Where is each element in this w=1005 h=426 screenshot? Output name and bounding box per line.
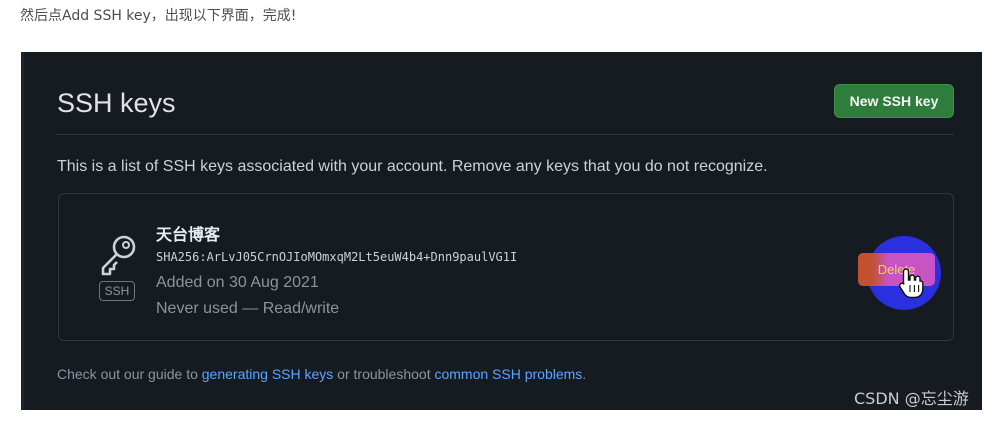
key-usage: Never used — Read/write bbox=[156, 300, 340, 317]
ssh-label-tag: SSH bbox=[99, 281, 135, 301]
ssh-key-item: SSH 天台博客 SHA256:ArLvJ05CrnOJIoMOmxqM2Lt5… bbox=[58, 193, 954, 341]
sidebar-edge bbox=[21, 52, 24, 410]
key-icon bbox=[101, 235, 136, 276]
footer-suffix: . bbox=[582, 366, 587, 382]
footer-prefix: Check out our guide to bbox=[57, 366, 202, 382]
generating-ssh-keys-link[interactable]: generating SSH keys bbox=[202, 366, 334, 382]
github-ssh-screenshot: SSH keys New SSH key This is a list of S… bbox=[21, 52, 982, 410]
csdn-watermark: CSDN @忘尘游 bbox=[854, 389, 969, 408]
page-title: SSH keys bbox=[57, 88, 176, 118]
new-ssh-key-button[interactable]: New SSH key bbox=[834, 84, 954, 118]
header-divider bbox=[57, 134, 954, 135]
article-caption: 然后点Add SSH key，出现以下界面，完成! bbox=[20, 8, 297, 24]
key-title: 天台博客 bbox=[156, 225, 221, 244]
common-ssh-problems-link[interactable]: common SSH problems bbox=[434, 366, 582, 382]
key-added-date: Added on 30 Aug 2021 bbox=[156, 274, 319, 291]
pointer-cursor-icon bbox=[898, 268, 924, 299]
help-footer: Check out our guide to generating SSH ke… bbox=[57, 366, 586, 382]
footer-middle: or troubleshoot bbox=[333, 366, 435, 382]
key-fingerprint: SHA256:ArLvJ05CrnOJIoMOmxqM2Lt5euW4b4+Dn… bbox=[156, 250, 518, 264]
page-description: This is a list of SSH keys associated wi… bbox=[57, 158, 768, 175]
